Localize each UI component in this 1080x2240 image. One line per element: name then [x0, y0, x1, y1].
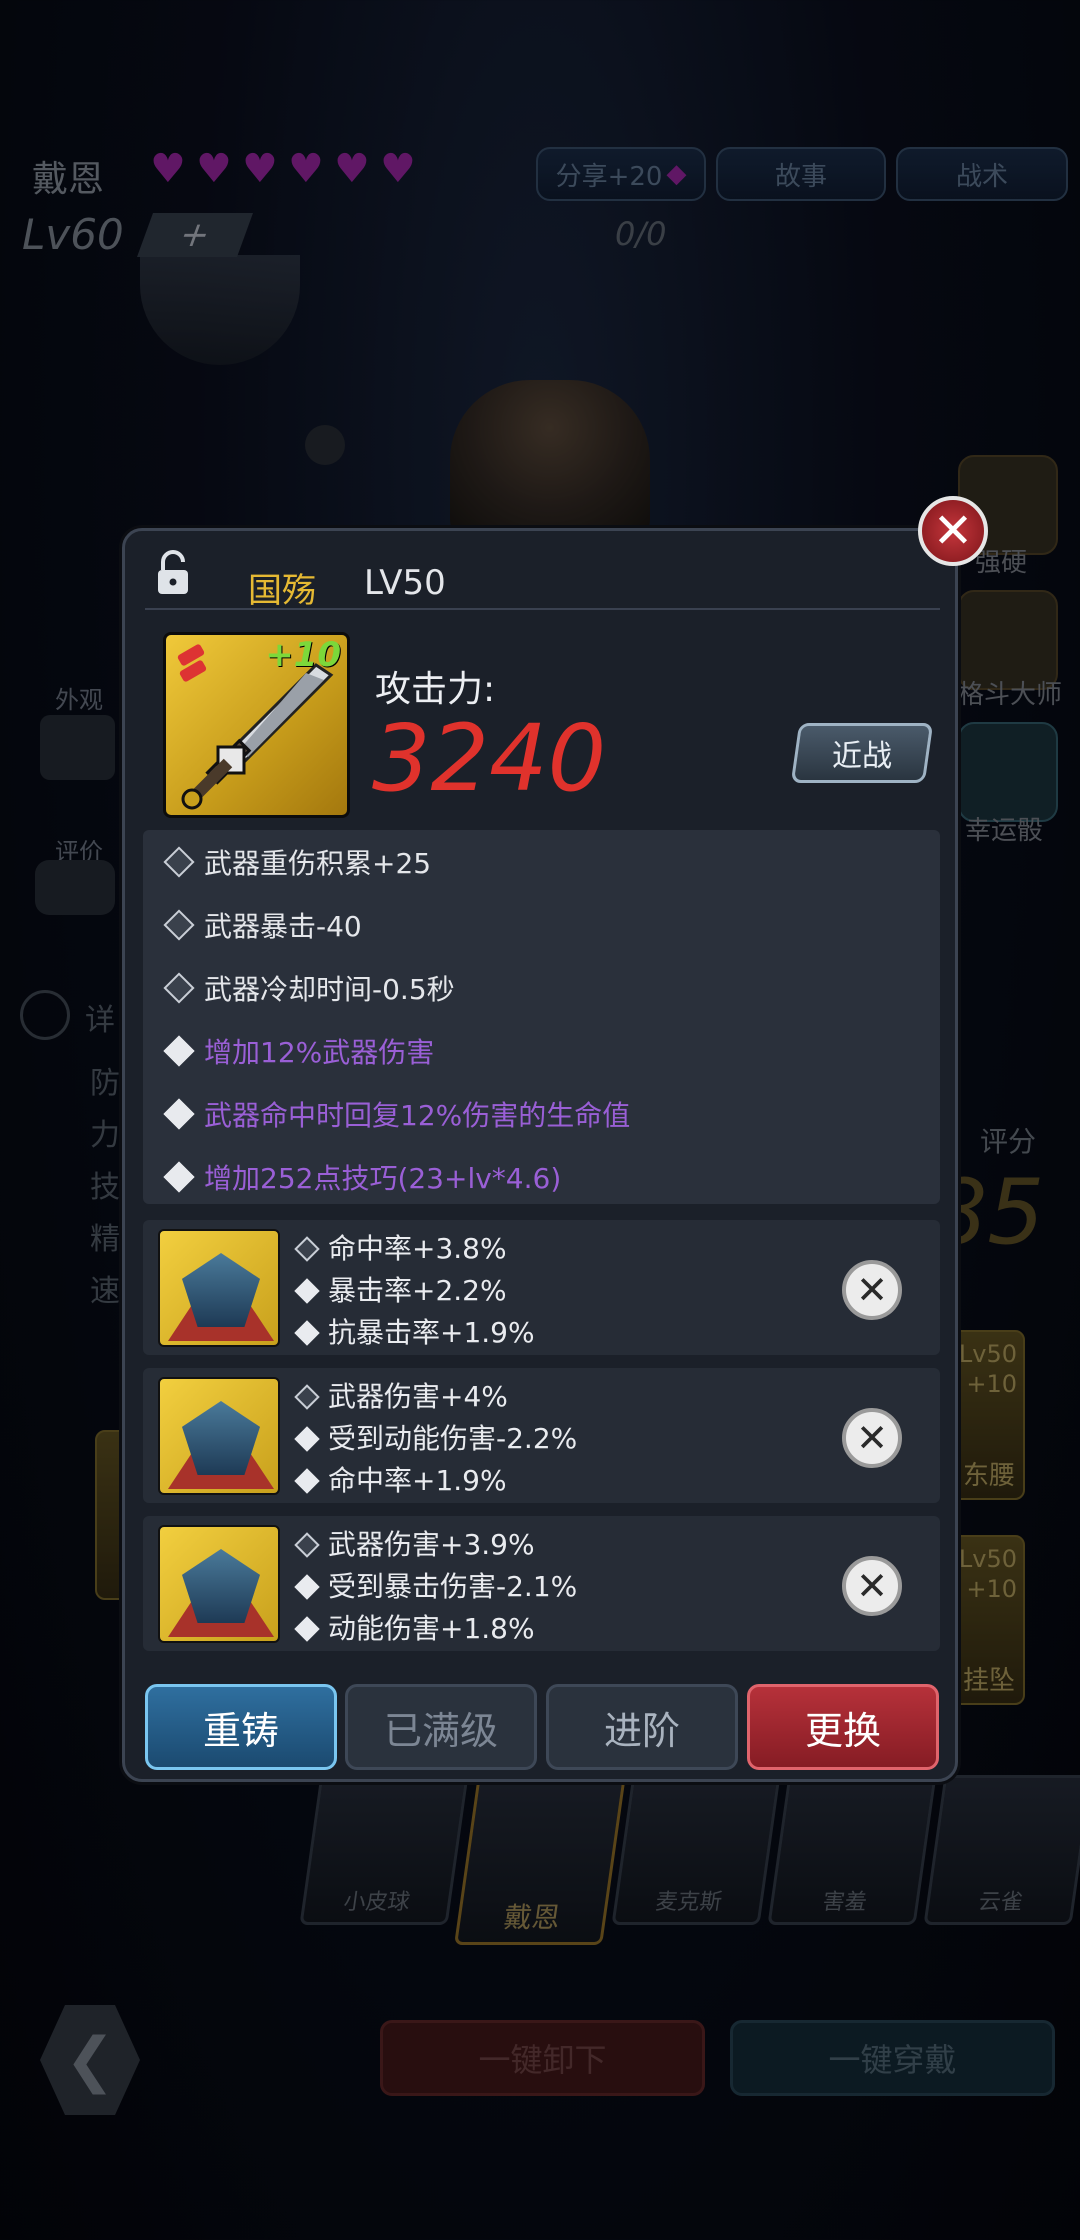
item-name: 国殇: [248, 571, 316, 611]
gem-slot-3: 武器伤害+3.9% 受到暴击伤害-2.1% 动能伤害+1.8% ✕: [143, 1516, 940, 1651]
gem-stat-text: 受到动能伤害-2.2%: [328, 1422, 578, 1455]
enhance-level: +10: [265, 635, 341, 675]
remove-gem-button[interactable]: ✕: [842, 1260, 902, 1320]
close-icon: ✕: [856, 1268, 888, 1312]
gem-stat-line: 受到暴击伤害-2.1%: [294, 1566, 578, 1608]
lock-gem-icon: [163, 846, 195, 878]
melee-type-label: 近战: [832, 739, 892, 774]
attribute-row: 武器冷却时间-0.5秒: [163, 968, 455, 1008]
attribute-row: 武器暴击-40: [163, 905, 362, 945]
gem-stat-text: 武器伤害+3.9%: [328, 1528, 535, 1561]
gem-stats: 命中率+3.8% 暴击率+2.2% 抗暴击率+1.9%: [294, 1228, 535, 1354]
gem-slot-2: 武器伤害+4% 受到动能伤害-2.2% 命中率+1.9% ✕: [143, 1368, 940, 1503]
replace-button[interactable]: 更换: [747, 1684, 939, 1770]
gem-stat-text: 命中率+3.8%: [328, 1232, 507, 1265]
attribute-text: 武器重伤积累+25: [204, 847, 432, 880]
advance-button[interactable]: 进阶: [546, 1684, 738, 1770]
attack-value: 3240: [372, 705, 607, 812]
recast-button[interactable]: 重铸: [145, 1684, 337, 1770]
item-level: LV50: [364, 563, 446, 603]
attribute-row: 增加12%武器伤害: [163, 1031, 435, 1071]
gem-stat-line: 暴击率+2.2%: [294, 1270, 535, 1312]
attribute-text: 增加252点技巧(23+lv*4.6): [204, 1162, 562, 1195]
diamond-icon: [163, 1161, 195, 1193]
gem-stat-text: 暴击率+2.2%: [328, 1274, 507, 1307]
attribute-text: 增加12%武器伤害: [204, 1036, 435, 1069]
gem-emblem-icon: [158, 1377, 280, 1495]
gem-stat-line: 受到动能伤害-2.2%: [294, 1418, 578, 1460]
gem-stat-line: 武器伤害+4%: [294, 1376, 577, 1418]
header-divider: [145, 608, 940, 610]
close-button[interactable]: ✕: [918, 496, 988, 566]
max-level-button[interactable]: 已满级: [345, 1684, 537, 1770]
gem-emblem-icon: [158, 1525, 280, 1643]
attribute-row: 增加252点技巧(23+lv*4.6): [163, 1157, 562, 1197]
attribute-text: 武器冷却时间-0.5秒: [204, 973, 455, 1006]
gem-stat-text: 动能伤害+1.8%: [328, 1612, 535, 1645]
gem-stat-text: 抗暴击率+1.9%: [328, 1316, 535, 1349]
attribute-text: 武器暴击-40: [204, 910, 362, 943]
gem-stat-text: 受到暴击伤害-2.1%: [328, 1570, 578, 1603]
gem-stat-line: 命中率+3.8%: [294, 1228, 535, 1270]
gem-stat-text: 命中率+1.9%: [328, 1464, 507, 1497]
remove-gem-button[interactable]: ✕: [842, 1408, 902, 1468]
gem-emblem-icon: [158, 1229, 280, 1347]
weapon-icon: +10: [163, 632, 350, 818]
attribute-row: 武器命中时回复12%伤害的生命值: [163, 1094, 631, 1134]
gem-stat-text: 武器伤害+4%: [328, 1380, 508, 1413]
gem-slot-1: 命中率+3.8% 暴击率+2.2% 抗暴击率+1.9% ✕: [143, 1220, 940, 1355]
gem-stat-line: 动能伤害+1.8%: [294, 1608, 577, 1650]
gem-stat-line: 抗暴击率+1.9%: [294, 1312, 535, 1354]
gem-stat-line: 命中率+1.9%: [294, 1460, 577, 1502]
diamond-icon: [163, 1098, 195, 1130]
lock-gem-icon: [163, 909, 195, 941]
close-icon: ✕: [856, 1416, 888, 1460]
remove-gem-button[interactable]: ✕: [842, 1556, 902, 1616]
lock-gem-icon: [163, 972, 195, 1004]
attribute-row: 武器重伤积累+25: [163, 842, 432, 882]
unlock-icon[interactable]: [155, 550, 191, 596]
close-icon: ✕: [932, 503, 974, 559]
attribute-list: 武器重伤积累+25 武器暴击-40 武器冷却时间-0.5秒 增加12%武器伤害 …: [143, 830, 940, 1204]
gem-stats: 武器伤害+3.9% 受到暴击伤害-2.1% 动能伤害+1.8%: [294, 1524, 578, 1650]
close-icon: ✕: [856, 1564, 888, 1608]
gem-stat-line: 武器伤害+3.9%: [294, 1524, 577, 1566]
gem-stats: 武器伤害+4% 受到动能伤害-2.2% 命中率+1.9%: [294, 1376, 578, 1502]
melee-type-badge: 近战: [790, 723, 934, 783]
diamond-icon: [163, 1035, 195, 1067]
attribute-text: 武器命中时回复12%伤害的生命值: [204, 1099, 631, 1132]
